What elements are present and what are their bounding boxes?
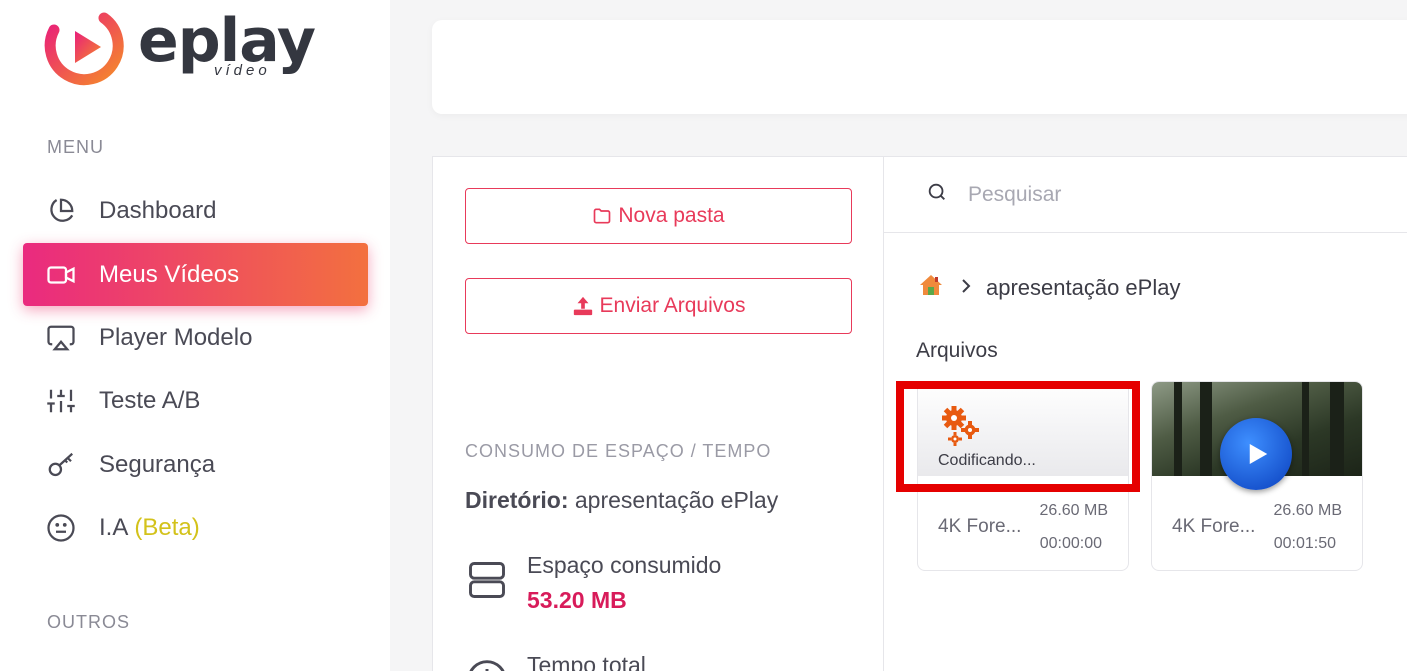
eplay-logo-icon <box>44 12 124 86</box>
sidebar-item-ia[interactable]: I.A (Beta) <box>23 496 368 559</box>
eplay-logo[interactable]: eplay vídeo <box>44 6 334 87</box>
meh-face-icon <box>45 512 77 544</box>
sidebar-item-label: Player Modelo <box>99 323 253 351</box>
video-camera-icon <box>45 259 77 291</box>
file-card[interactable]: 4K Fore... 26.60 MB 00:01:50 <box>1151 381 1363 571</box>
play-icon <box>1249 444 1268 464</box>
folder-icon <box>592 206 612 226</box>
total-time-label: Tempo total <box>527 652 646 671</box>
search-icon <box>926 181 948 208</box>
highlight-box <box>896 381 1140 492</box>
logo-subtitle: vídeo <box>214 62 271 79</box>
file-name: 4K Fore... <box>938 516 1022 537</box>
upload-icon <box>572 295 594 317</box>
directory-value: apresentação ePlay <box>574 487 779 513</box>
sidebar-item-dashboard[interactable]: Dashboard <box>23 179 368 242</box>
space-consumed-stat: Espaço consumido 53.20 MB <box>465 552 721 614</box>
upload-files-button[interactable]: Enviar Arquivos <box>465 278 852 334</box>
beta-badge: (Beta) <box>134 513 200 541</box>
upload-files-label: Enviar Arquivos <box>599 294 746 317</box>
breadcrumb: apresentação ePlay <box>918 273 1180 303</box>
pie-chart-icon <box>45 195 77 227</box>
sidebar-item-label: Dashboard <box>99 196 217 224</box>
thumbnail-tree <box>1330 382 1344 476</box>
file-name: 4K Fore... <box>1172 516 1256 537</box>
airplay-icon <box>45 322 77 354</box>
server-icon <box>465 558 509 602</box>
top-header-bar <box>432 20 1407 114</box>
actions-column: Nova pasta Enviar Arquivos CONSUMO DE ES… <box>433 157 884 671</box>
key-icon <box>45 449 77 481</box>
sidebar-item-meus-videos[interactable]: Meus Vídeos <box>23 243 368 306</box>
sidebar-item-player-modelo[interactable]: Player Modelo <box>23 306 368 369</box>
clock-icon <box>465 658 509 671</box>
home-icon[interactable] <box>918 273 944 303</box>
sidebar-item-seguranca[interactable]: Segurança <box>23 433 368 496</box>
video-thumbnail <box>1152 382 1362 490</box>
file-duration: 00:00:00 <box>1039 535 1102 552</box>
thumbnail-tree <box>1174 382 1182 476</box>
others-section-label: OUTROS <box>47 612 131 632</box>
sidebar-item-label: I.A <box>99 513 129 541</box>
sidebar-item-label: Teste A/B <box>99 386 201 414</box>
sidebar-item-teste-ab[interactable]: Teste A/B <box>23 369 368 432</box>
files-section-title: Arquivos <box>916 339 998 362</box>
new-folder-button[interactable]: Nova pasta <box>465 188 852 244</box>
usage-section-title: CONSUMO DE ESPAÇO / TEMPO <box>465 441 772 461</box>
chevron-right-icon <box>960 277 972 300</box>
total-time-stat: Tempo total <box>465 652 646 671</box>
file-duration: 00:01:50 <box>1273 535 1336 552</box>
sliders-icon <box>45 385 77 417</box>
space-consumed-value: 53.20 MB <box>527 587 627 613</box>
search-input[interactable] <box>968 182 1368 207</box>
sidebar-item-label: Segurança <box>99 450 216 478</box>
space-consumed-label: Espaço consumido <box>527 552 722 578</box>
file-size: 26.60 MB <box>1273 502 1342 519</box>
directory-line: Diretório: apresentação ePlay <box>465 487 778 514</box>
new-folder-label: Nova pasta <box>618 204 725 227</box>
thumbnail-tree <box>1200 382 1212 476</box>
breadcrumb-current: apresentação ePlay <box>986 275 1181 300</box>
sidebar-item-label: Meus Vídeos <box>99 260 240 288</box>
sidebar: eplay vídeo MENU Dashboard Meus Vídeos P… <box>0 0 390 671</box>
file-size: 26.60 MB <box>1039 502 1108 519</box>
menu-section-label: MENU <box>47 137 104 157</box>
thumbnail-tree <box>1302 382 1309 476</box>
search-bar <box>884 157 1407 233</box>
play-button[interactable] <box>1220 418 1292 490</box>
directory-label: Diretório: <box>465 487 569 513</box>
